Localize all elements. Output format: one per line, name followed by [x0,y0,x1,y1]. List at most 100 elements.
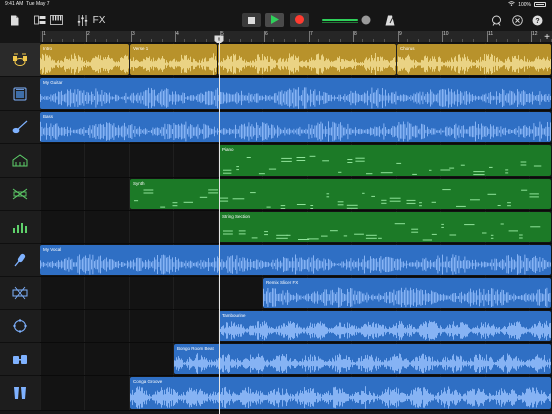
ruler-beat-tick [195,39,196,42]
bar-gridline [40,310,41,342]
ruler-beat-tick [229,39,230,42]
track-header-my-guitar[interactable] [0,77,40,111]
playhead-handle[interactable]: 8 [214,32,224,45]
region-label: Bass [43,114,54,119]
play-button[interactable] [265,13,284,27]
track-header-bass[interactable] [0,111,40,144]
metronome-icon[interactable] [384,12,396,28]
ruler-bar-label: 11 [486,31,494,42]
region[interactable]: Piano [219,145,551,176]
ruler-beat-tick [373,39,374,42]
region[interactable]: Verse 1 [130,44,217,75]
play-icon [270,11,279,29]
remix-keyboard-icon [12,286,28,300]
status-bar: 9:41 AM Tue May 7 100% [0,0,552,9]
bar-gridline [129,310,130,342]
toolbar: FX ? [0,9,552,31]
track-header-congas[interactable] [0,376,40,411]
bar-gridline [40,178,41,210]
bar-gridline [84,376,85,410]
ruler-bar-label: 7 [309,31,313,42]
bar-gridline [129,277,130,309]
timeline-ruler[interactable]: 1 2 3 4 5 6 7 8 9 10 11 12 [40,31,552,43]
bar-gridline [129,211,130,243]
bar-gridline [40,343,41,375]
battery-percent: 100% [518,1,531,8]
fx-button[interactable]: FX [92,12,106,28]
bar-gridline [40,376,41,410]
conga-drums-icon [12,386,28,400]
add-track-button[interactable]: + [542,31,552,43]
midi-notes [219,221,551,241]
ruler-bar-label: 9 [398,31,402,42]
region[interactable]: String Section [219,212,551,242]
region[interactable]: Bass [40,112,551,142]
ruler-beat-tick [284,39,285,42]
ruler-beat-tick [117,39,118,42]
waveform [130,386,551,409]
ruler-beat-tick [473,39,474,42]
region[interactable] [218,44,396,75]
region[interactable]: My Guitar [40,78,551,109]
help-icon[interactable]: ? [531,12,543,28]
region[interactable]: Intro [40,44,129,75]
track-lane-bongos[interactable]: Bongo Room Beat [40,343,552,376]
region[interactable]: Chorus [397,44,551,75]
drum-kit-icon [12,53,28,67]
track-lane-piano[interactable]: Piano [40,144,552,178]
region[interactable]: Conga Groove [130,377,551,409]
settings-icon[interactable] [511,12,523,28]
track-lane-remix[interactable]: Remix Slicer FX [40,277,552,310]
ruler-beat-tick [496,39,497,42]
waveform [40,53,129,75]
region[interactable]: Synth [130,179,551,209]
region-label: Intro [43,46,53,51]
track-header-tambourine[interactable] [0,310,40,343]
ruler-beat-tick [106,39,107,42]
waveform [219,320,551,341]
midi-notes [130,188,551,209]
ruler-beat-tick [62,39,63,42]
ruler-bar-label: 6 [264,31,268,42]
record-button[interactable] [290,13,309,27]
keyboard-icon[interactable] [49,12,63,28]
track-lane-congas[interactable]: Conga Groove [40,376,552,411]
ruler-beat-tick [251,39,252,42]
track-lane-synth[interactable]: Synth [40,178,552,211]
track-header-drums[interactable] [0,43,40,77]
waveform [40,87,551,109]
bar-gridline [84,310,85,342]
document-icon[interactable] [8,12,20,28]
ruler-beat-tick [151,39,152,42]
waveform [40,121,551,142]
track-lane-strings[interactable]: String Section [40,211,552,244]
track-lane-my-guitar[interactable]: My Guitar [40,77,552,111]
track-header-bongos[interactable] [0,343,40,376]
track-header-synth[interactable] [0,178,40,211]
waveform [174,353,551,374]
bar-gridline [40,277,41,309]
track-header-piano[interactable] [0,144,40,178]
track-header-remix[interactable] [0,277,40,310]
ruler-bar-label: 8 [353,31,357,42]
track-view-icon[interactable] [33,12,47,28]
region[interactable]: Remix Slicer FX [263,278,551,308]
track-lane-drums[interactable]: Intro Verse 1 Chorus [40,43,552,77]
ruler-beat-tick [384,39,385,42]
track-lane-tambourine[interactable]: Tambourine [40,310,552,343]
region[interactable]: Bongo Room Beat [174,344,551,374]
track-header-strings[interactable] [0,211,40,244]
track-lane-bass[interactable]: Bass [40,111,552,144]
loop-browser-icon[interactable] [490,12,502,28]
master-volume-slider[interactable] [322,12,374,28]
region[interactable]: Tambourine [219,311,551,341]
region[interactable]: My Vocal [40,245,551,275]
bar-gridline [129,144,130,177]
ruler-beat-tick [429,39,430,42]
track-header-my-vocal[interactable] [0,244,40,277]
midi-notes [219,154,551,176]
stop-button[interactable] [242,13,261,27]
ruler-beat-tick [418,39,419,42]
track-lane-my-vocal[interactable]: My Vocal [40,244,552,277]
mixer-icon[interactable] [76,12,88,28]
